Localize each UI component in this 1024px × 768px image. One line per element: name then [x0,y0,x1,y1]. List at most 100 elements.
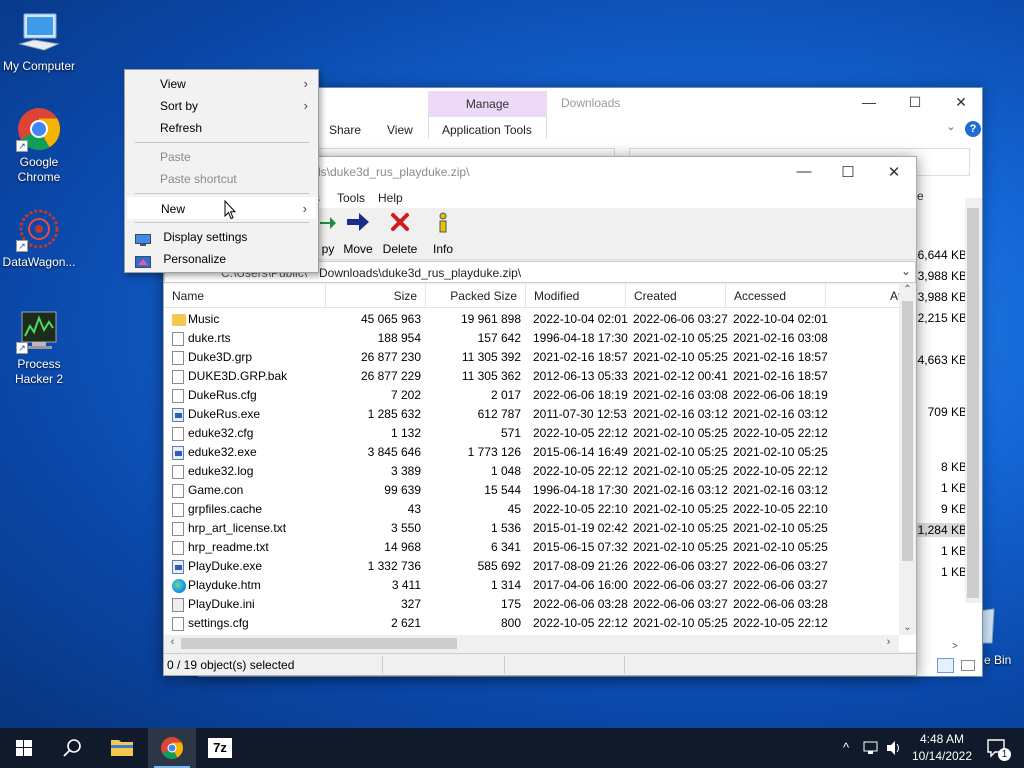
delete-button[interactable]: Delete [376,212,424,256]
scroll-right-icon[interactable]: > [952,641,958,652]
desktop-icon-google-chrome[interactable]: ↗ Google Chrome [0,106,78,185]
help-icon[interactable]: ? [965,121,981,137]
cell-name: PlayDuke.ini [188,597,255,611]
minimize-button[interactable]: — [859,94,879,110]
info-icon [419,212,467,236]
menu-help[interactable]: Help [378,191,403,205]
network-icon[interactable] [860,728,882,768]
table-row[interactable]: settings.cfg 2 621 800 2022-10-05 22:12 2021… [164,614,899,633]
display-icon [135,231,151,246]
cell-size: 99 639 [384,483,421,497]
scroll-down-icon[interactable]: ⌄ [899,622,916,633]
table-row[interactable]: hrp_readme.txt 14 968 6 341 2015-06-15 07:3… [164,538,899,557]
table-row[interactable]: eduke32.exe 3 845 646 1 773 126 2015-06-14 … [164,443,899,462]
status-divider [382,656,383,674]
menu-item-refresh[interactable]: Refresh [127,117,316,139]
table-row[interactable]: PlayDuke.ini 327 175 2022-06-06 03:28 2022-0… [164,595,899,614]
scrollbar-thumb[interactable] [967,208,979,598]
maximize-button[interactable]: ☐ [905,94,925,110]
tab-view[interactable]: View [387,123,413,137]
column-size[interactable]: Size [326,284,426,308]
notification-center-button[interactable]: 1 [982,728,1012,768]
scrollbar-thumb[interactable] [181,638,457,649]
cell-accessed: 2022-10-05 22:12 [733,616,828,630]
size-value: 73,988 KB [910,269,967,283]
desktop-icon-process-hacker[interactable]: ↗ Process Hacker 2 [0,308,78,387]
chevron-right-icon: › [303,76,308,91]
tab-application-tools[interactable]: Application Tools [442,123,532,137]
tab-share[interactable]: Share [329,123,361,137]
tab-manage[interactable]: Manage [428,91,547,117]
maximize-button[interactable]: ☐ [838,163,858,181]
chevron-down-icon[interactable]: ⌄ [941,120,961,136]
minimize-button[interactable]: — [794,163,814,181]
cell-created: 2021-02-10 05:25 [633,445,728,459]
table-row[interactable]: Music 45 065 963 19 961 898 2022-10-04 02:0… [164,310,899,329]
table-row[interactable]: PlayDuke.exe 1 332 736 585 692 2017-08-09 2… [164,557,899,576]
close-button[interactable]: ✕ [951,94,971,110]
table-row[interactable]: eduke32.cfg 1 132 571 2022-10-05 22:12 2021-… [164,424,899,443]
table-row[interactable]: DukeRus.cfg 7 202 2 017 2022-06-06 18:19 202… [164,386,899,405]
menu-item-paste-shortcut[interactable]: Paste shortcut [127,168,316,190]
info-button[interactable]: Info [419,212,467,256]
column-packed-size[interactable]: Packed Size [426,284,526,308]
table-row[interactable]: DUKE3D.GRP.bak 26 877 229 11 305 362 2012-0… [164,367,899,386]
taskbar-google-chrome[interactable] [148,728,196,768]
datawagon-icon: ↗ [16,206,62,252]
menu-item-new[interactable]: New › [127,197,316,219]
cell-packed: 157 642 [477,331,521,345]
close-button[interactable]: ✕ [884,163,904,181]
system-clock[interactable]: 4:48 AM 10/14/2022 [906,731,978,765]
cell-packed: 800 [500,616,521,630]
table-row[interactable]: duke.rts 188 954 157 642 1996-04-18 17:30 20… [164,329,899,348]
file-list[interactable]: Name Size Packed Size Modified Created A… [164,284,916,652]
large-icons-view-icon[interactable] [961,660,975,671]
taskbar-seven-zip[interactable]: 7z [196,728,244,768]
menu-tools[interactable]: Tools [337,191,365,205]
vertical-scrollbar[interactable]: ⌃ ⌄ [899,284,916,635]
cell-size: 45 065 963 [360,312,421,326]
cell-name: PlayDuke.exe [188,559,263,573]
details-view-icon[interactable] [937,658,954,673]
scroll-right-icon[interactable]: › [880,636,897,648]
horizontal-scrollbar[interactable]: ‹ › [164,635,899,652]
cell-accessed: 2022-10-05 22:12 [733,464,828,478]
desktop-icon-datawagon[interactable]: ↗ DataWagon... [0,206,78,270]
taskbar-file-explorer[interactable] [98,728,146,768]
cell-size: 3 411 [391,578,421,592]
chrome-icon: ↗ [16,106,62,152]
column-created[interactable]: Created [626,284,726,308]
table-row[interactable]: Game.con 99 639 15 544 1996-04-18 17:30 2021… [164,481,899,500]
table-row[interactable]: Duke3D.grp 26 877 230 11 305 392 2021-02-16… [164,348,899,367]
chevron-down-icon[interactable]: ⌄ [901,264,911,278]
start-button[interactable] [0,728,48,768]
cell-name: hrp_readme.txt [188,540,269,554]
menu-item-view[interactable]: View › [127,73,316,95]
folder-icon [172,314,186,326]
menu-item-sort-by[interactable]: Sort by › [127,95,316,117]
column-modified[interactable]: Modified [526,284,626,308]
column-name[interactable]: Name [164,284,326,308]
menu-item-display-settings[interactable]: Display settings [127,226,316,248]
menu-item-personalize[interactable]: Personalize [127,248,316,270]
explorer-scrollbar[interactable] [965,198,982,603]
cell-packed: 1 048 [490,464,521,478]
cell-accessed: 2021-02-10 05:25 [733,521,828,535]
volume-icon[interactable] [884,728,904,768]
table-row[interactable]: eduke32.log 3 389 1 048 2022-10-05 22:12 202… [164,462,899,481]
column-accessed[interactable]: Accessed [726,284,826,308]
table-row[interactable]: grpfiles.cache 43 45 2022-10-05 22:10 2021-0… [164,500,899,519]
menu-item-paste[interactable]: Paste [127,146,316,168]
desktop-icon-my-computer[interactable]: My Computer [0,10,78,74]
table-row[interactable]: DukeRus.exe 1 285 632 612 787 2011-07-30 12… [164,405,899,424]
search-button[interactable] [48,728,96,768]
table-row[interactable]: hrp_art_license.txt 3 550 1 536 2015-01-19 … [164,519,899,538]
desktop[interactable]: My Computer ↗ Google Chrome ↗ DataWagon.… [0,0,1024,728]
show-hidden-icons-button[interactable]: ^ [836,728,856,768]
move-button[interactable]: Move [334,212,382,256]
scroll-up-icon[interactable]: ⌃ [899,284,916,295]
table-row[interactable]: Playduke.htm 3 411 1 314 2017-04-06 16:00 20… [164,576,899,595]
desktop-context-menu: View › Sort by › Refresh Paste Paste sho… [124,69,319,273]
scrollbar-thumb[interactable] [902,301,913,561]
scroll-left-icon[interactable]: ‹ [164,636,181,648]
